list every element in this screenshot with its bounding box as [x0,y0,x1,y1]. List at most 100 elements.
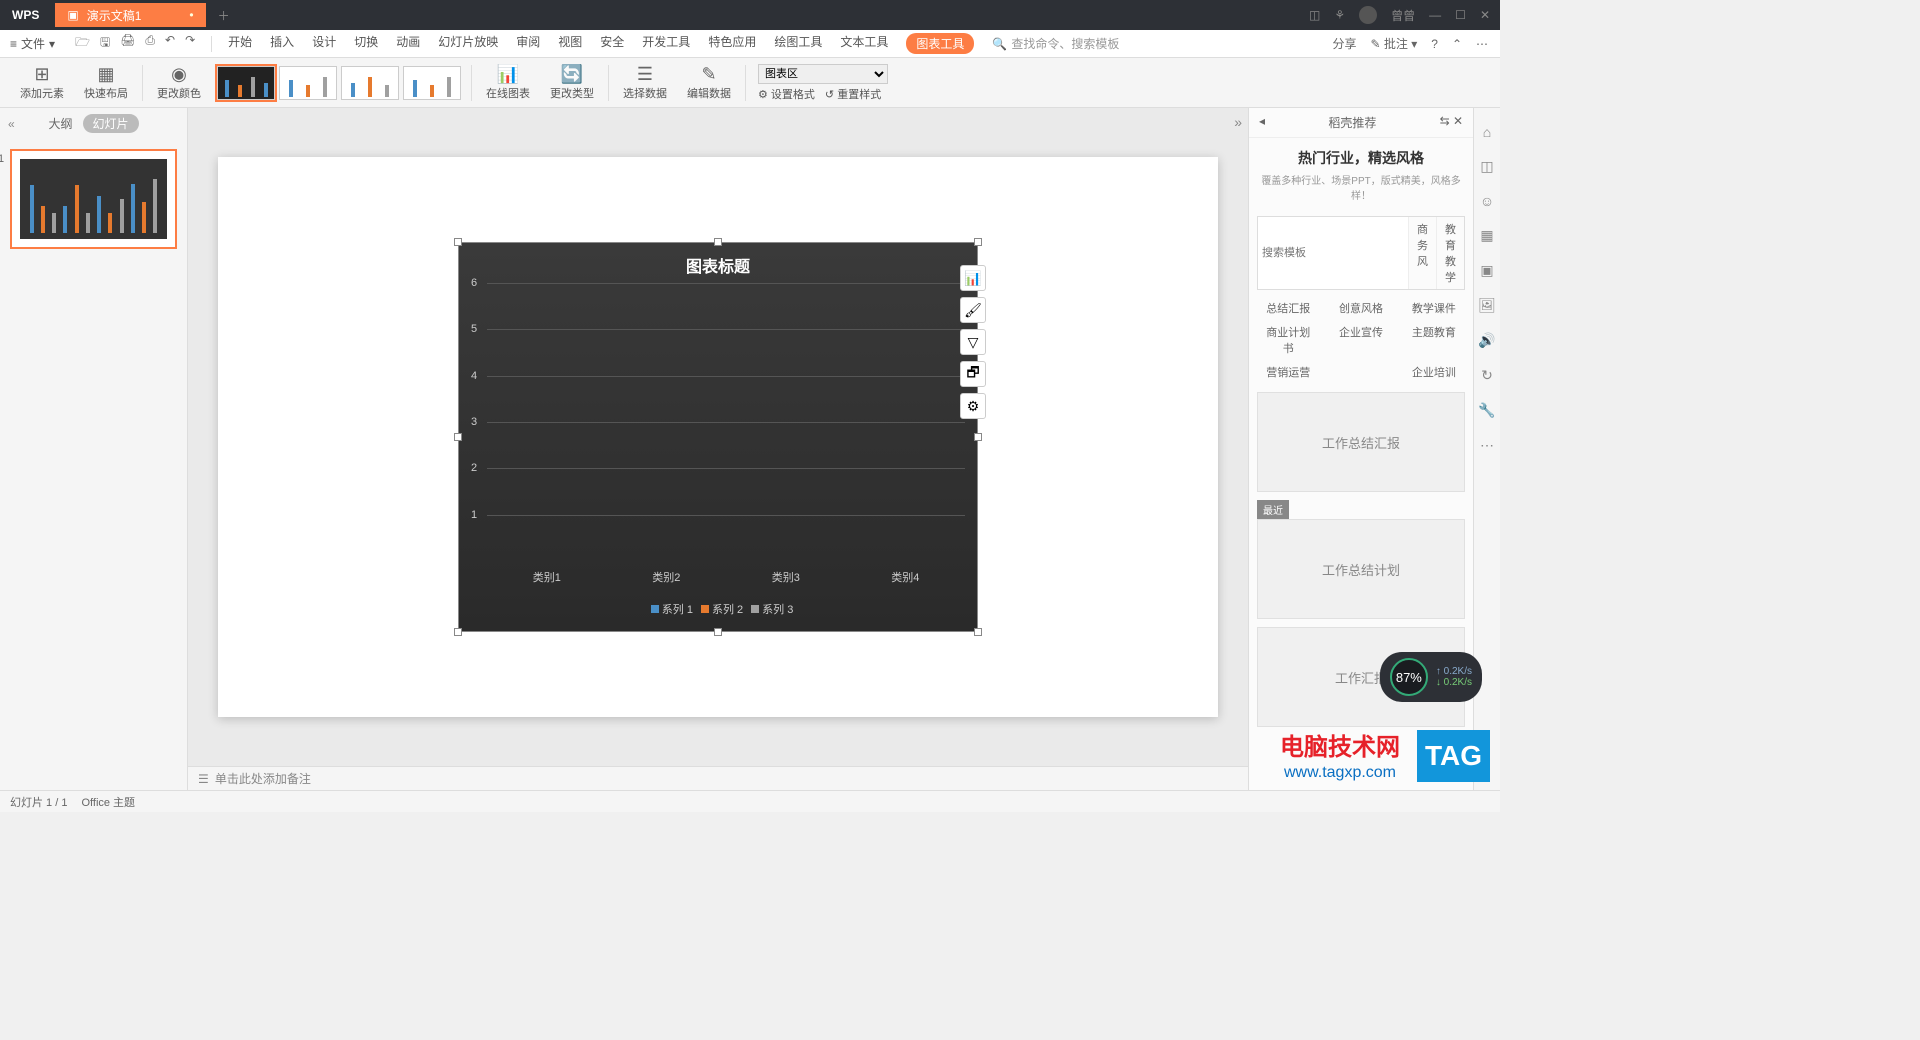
ribbon-tab-8[interactable]: 安全 [600,33,624,54]
gift-icon[interactable]: ⚘ [1334,8,1345,22]
audio-icon[interactable]: 🔊 [1478,332,1495,349]
template-card-2[interactable]: 工作总结计划 [1257,519,1465,619]
chart-style-1[interactable] [217,66,275,100]
tag-5[interactable]: 主题教育 [1403,322,1465,358]
more-tools-icon[interactable]: ⋯ [1480,437,1494,454]
user-name[interactable]: 曾曾 [1391,7,1415,24]
notes-bar[interactable]: ☰ 单击此处添加备注 [188,766,1248,790]
slide-canvas[interactable]: 图表标题 123456 类别1类别2类别3类别4 系列 1系列 2系列 3 📊 … [218,157,1218,717]
set-format-button[interactable]: ⚙ 设置格式 [758,86,815,102]
new-slide-icon[interactable]: ◫ [1480,158,1493,175]
open-icon[interactable]: 🗁 [75,33,90,54]
chart-style-4[interactable] [403,66,461,100]
ribbon-tab-0[interactable]: 开始 [228,33,252,54]
ribbon-tab-5[interactable]: 幻灯片放映 [438,33,498,54]
undo-icon[interactable]: ↶ [165,33,175,54]
file-menu[interactable]: ≡ 文件 ▾ [0,35,65,52]
resize-handle[interactable] [974,433,982,441]
network-speed-widget[interactable]: 87% ↑ 0.2K/s ↓ 0.2K/s [1380,652,1482,702]
expand-panel-icon[interactable]: » [1234,114,1242,130]
home-icon[interactable]: ⌂ [1483,124,1491,140]
tag-1[interactable]: 创意风格 [1330,298,1392,318]
media-icon[interactable]: ▣ [1480,262,1493,279]
collapse-panel-icon[interactable]: « [8,117,15,131]
tag-2[interactable]: 教学课件 [1403,298,1465,318]
change-color-button[interactable]: ◉更改颜色 [147,64,211,101]
resize-handle[interactable] [454,628,462,636]
tag-6[interactable]: 营销运营 [1257,362,1319,382]
close-icon[interactable]: ✕ [1480,8,1490,22]
redo-icon[interactable]: ↷ [185,33,195,54]
panel-menu-icon[interactable]: ⇆ [1440,114,1450,128]
chart-settings-button[interactable]: ⚙ [960,393,986,419]
ribbon-tab-10[interactable]: 特色应用 [708,33,756,54]
ribbon-tab-12[interactable]: 文本工具 [840,33,888,54]
history-icon[interactable]: ↻ [1481,367,1493,384]
collapse-ribbon-icon[interactable]: ⌃ [1452,37,1462,51]
ribbon-tab-11[interactable]: 绘图工具 [774,33,822,54]
slide-thumbnail-1[interactable]: 1 [10,149,177,249]
document-tab[interactable]: ▣ 演示文稿1 • [55,3,205,27]
chart-object[interactable]: 图表标题 123456 类别1类别2类别3类别4 系列 1系列 2系列 3 [458,242,978,632]
template-card-1[interactable]: 工作总结汇报 [1257,392,1465,492]
ribbon-tab-9[interactable]: 开发工具 [642,33,690,54]
ribbon-tab-13[interactable]: 图表工具 [906,33,974,54]
filter-business[interactable]: 商务风 [1408,217,1436,289]
outline-tab[interactable]: 大纲 [49,115,73,132]
ribbon-tab-6[interactable]: 审阅 [516,33,540,54]
panel-close-icon[interactable]: ✕ [1453,114,1463,128]
resize-handle[interactable] [714,238,722,246]
help-icon[interactable]: ? [1431,37,1438,51]
ribbon-tab-1[interactable]: 插入 [270,33,294,54]
filter-education[interactable]: 教育教学 [1436,217,1464,289]
edit-data-button[interactable]: ✎编辑数据 [677,64,741,101]
slides-tab[interactable]: 幻灯片 [83,114,139,133]
chart-styles-button[interactable]: 🖌 [960,297,986,323]
chart-link-button[interactable]: 🗗 [960,361,986,387]
print-icon[interactable]: 🖨 [120,33,135,54]
chart-legend[interactable]: 系列 1系列 2系列 3 [459,601,977,617]
chart-plot-area[interactable]: 123456 [487,283,965,561]
chart-area-select[interactable]: 图表区 [758,64,888,84]
add-element-button[interactable]: ⊞添加元素 [10,64,74,101]
change-type-button[interactable]: 🔄更改类型 [540,64,604,101]
new-tab-button[interactable]: ＋ [206,7,242,24]
select-data-button[interactable]: ☰选择数据 [613,64,677,101]
resize-handle[interactable] [974,238,982,246]
chart-filter-button[interactable]: ▽ [960,329,986,355]
chart-style-3[interactable] [341,66,399,100]
chart-style-gallery[interactable] [211,66,467,100]
quick-layout-button[interactable]: ▦快速布局 [74,64,138,101]
comment-button[interactable]: ✎ 批注 ▾ [1370,35,1417,52]
user-icon[interactable]: ☺ [1480,193,1494,209]
collapse-right-panel-icon[interactable]: ◂ [1259,114,1265,131]
chart-title[interactable]: 图表标题 [459,243,977,281]
avatar[interactable] [1359,6,1377,24]
tag-4[interactable]: 企业宣传 [1330,322,1392,358]
ribbon-tab-7[interactable]: 视图 [558,33,582,54]
tag-7[interactable]: 企业培训 [1403,362,1465,382]
minimize-icon[interactable]: — [1429,8,1441,22]
template-search-input[interactable] [1258,217,1408,289]
resize-handle[interactable] [974,628,982,636]
tag-3[interactable]: 商业计划书 [1257,322,1319,358]
ribbon-tab-2[interactable]: 设计 [312,33,336,54]
more-icon[interactable]: ⋯ [1476,37,1488,51]
window-list-icon[interactable]: ◫ [1309,8,1320,22]
resize-handle[interactable] [454,433,462,441]
ribbon-tab-3[interactable]: 切换 [354,33,378,54]
resize-handle[interactable] [454,238,462,246]
tag-0[interactable]: 总结汇报 [1257,298,1319,318]
layout-icon[interactable]: ▦ [1480,227,1493,244]
image-icon[interactable]: 🖼 [1478,297,1496,314]
tools-icon[interactable]: 🔧 [1478,402,1495,419]
online-chart-button[interactable]: 📊在线图表 [476,64,540,101]
command-search[interactable]: 🔍 查找命令、搜索模板 [992,35,1119,52]
reset-style-button[interactable]: ↺ 重置样式 [825,86,881,102]
save-icon[interactable]: 🖫 [100,33,110,54]
chart-style-2[interactable] [279,66,337,100]
chart-elements-button[interactable]: 📊 [960,265,986,291]
share-button[interactable]: 分享 [1332,35,1356,52]
print-preview-icon[interactable]: ⎙ [145,33,155,54]
maximize-icon[interactable]: ☐ [1455,8,1466,22]
